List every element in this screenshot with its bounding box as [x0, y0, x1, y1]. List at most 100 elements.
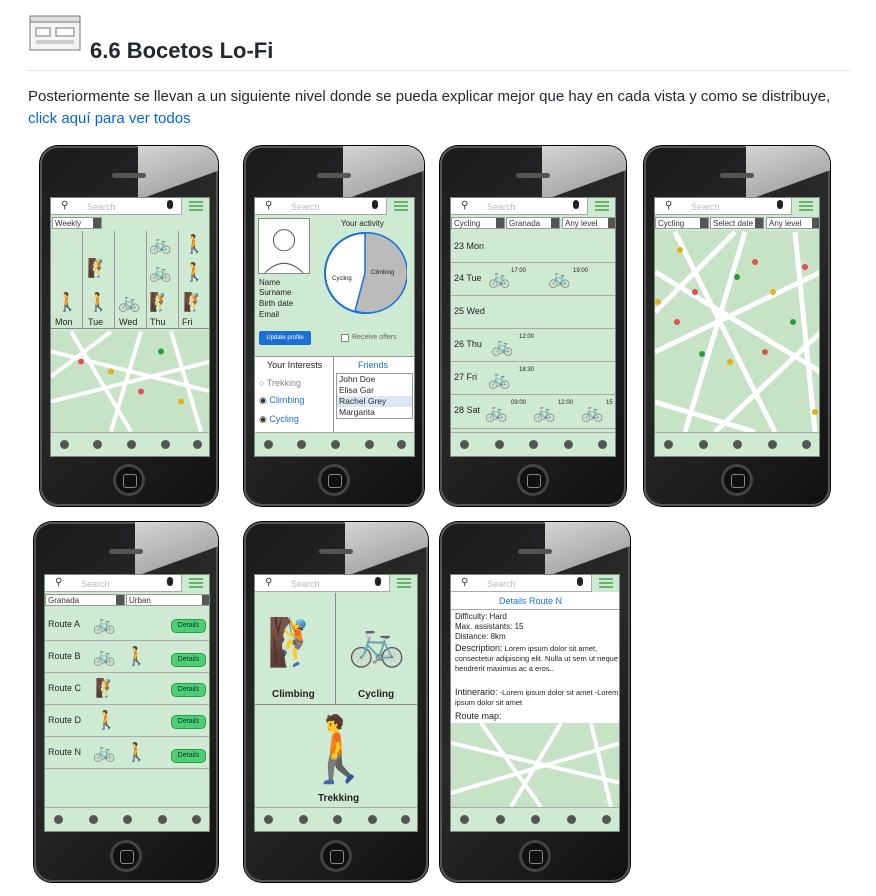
- home-button[interactable]: [519, 840, 551, 872]
- mic-icon[interactable]: [167, 577, 173, 586]
- route-row[interactable]: Route C 🧗 Details: [45, 673, 209, 705]
- city-select[interactable]: Granada: [506, 217, 560, 229]
- activity-icon[interactable]: [768, 440, 777, 449]
- activity-icon[interactable]: [567, 815, 576, 824]
- interest-climbing[interactable]: ◉ Climbing: [259, 395, 304, 406]
- location-icon[interactable]: [529, 440, 538, 449]
- profile-icon[interactable]: [602, 815, 611, 824]
- day-row[interactable]: 28 Sat 🚲 09:00 🚲 12:00 🚲 15: [451, 395, 615, 429]
- mic-icon[interactable]: [577, 577, 583, 586]
- view-all-link[interactable]: click aquí para ver todos: [28, 110, 191, 127]
- route-row[interactable]: Route N 🚲 🚶 Details: [45, 737, 209, 769]
- date-select[interactable]: Select date: [710, 217, 764, 229]
- profile-icon[interactable]: [401, 815, 410, 824]
- category-cycling[interactable]: 🚲 Cycling: [336, 593, 417, 705]
- activity-icon[interactable]: [158, 815, 167, 824]
- home-button[interactable]: [517, 464, 549, 496]
- calendar-icon[interactable]: [89, 815, 98, 824]
- friend-item[interactable]: Margarita: [337, 407, 412, 418]
- details-button[interactable]: Details: [171, 715, 206, 729]
- category-climbing[interactable]: 🧗 Climbing: [255, 593, 336, 705]
- route-map[interactable]: [51, 331, 209, 432]
- menu-icon[interactable]: [181, 198, 209, 215]
- mic-icon[interactable]: [777, 200, 783, 209]
- details-button[interactable]: Details: [171, 749, 206, 763]
- details-button[interactable]: Details: [171, 619, 206, 633]
- day-row[interactable]: 23 Mon: [451, 231, 615, 263]
- friend-item-selected[interactable]: Rachel Grey: [337, 396, 412, 407]
- search-bar[interactable]: ⚲ Search: [45, 575, 209, 592]
- mic-icon[interactable]: [573, 200, 579, 209]
- calendar-icon[interactable]: [496, 815, 505, 824]
- update-profile-button[interactable]: Update profile: [259, 331, 311, 345]
- activity-icon[interactable]: [368, 815, 377, 824]
- profile-icon[interactable]: [397, 440, 406, 449]
- search-bar[interactable]: ⚲ Search: [51, 198, 209, 215]
- mic-icon[interactable]: [167, 200, 173, 209]
- activity-icon[interactable]: [161, 440, 170, 449]
- menu-icon[interactable]: [591, 575, 619, 592]
- interest-cycling[interactable]: ◉ Cycling: [259, 414, 299, 425]
- mic-icon[interactable]: [375, 577, 381, 586]
- explore-icon[interactable]: [264, 440, 273, 449]
- events-map[interactable]: [655, 231, 819, 433]
- profile-icon[interactable]: [598, 440, 607, 449]
- search-bar[interactable]: ⚲ Search: [451, 575, 619, 592]
- menu-icon[interactable]: [389, 575, 417, 592]
- home-button[interactable]: [110, 840, 142, 872]
- calendar-icon[interactable]: [93, 440, 102, 449]
- level-select[interactable]: Any level: [562, 217, 615, 229]
- route-row[interactable]: Route B 🚲 🚶 Details: [45, 641, 209, 673]
- route-row[interactable]: Route A 🚲 Details: [45, 609, 209, 641]
- profile-icon[interactable]: [192, 815, 201, 824]
- route-map[interactable]: [451, 723, 619, 807]
- search-bar[interactable]: ⚲ Search: [255, 575, 417, 592]
- profile-icon[interactable]: [802, 440, 811, 449]
- explore-icon[interactable]: [460, 440, 469, 449]
- home-button[interactable]: [113, 464, 145, 496]
- menu-icon[interactable]: [386, 198, 414, 215]
- friend-item[interactable]: Elisa Gar: [337, 385, 412, 396]
- day-row[interactable]: 25 Wed: [451, 296, 615, 329]
- activity-select[interactable]: Cycling: [451, 217, 505, 229]
- explore-icon[interactable]: [264, 815, 273, 824]
- location-icon[interactable]: [531, 815, 540, 824]
- explore-icon[interactable]: [60, 440, 69, 449]
- period-select[interactable]: Weekly: [52, 217, 102, 229]
- location-icon[interactable]: [331, 440, 340, 449]
- explore-icon[interactable]: [460, 815, 469, 824]
- interest-trekking[interactable]: ○ Trekking: [259, 378, 301, 388]
- details-button[interactable]: Details: [171, 683, 206, 697]
- calendar-icon[interactable]: [495, 440, 504, 449]
- details-button[interactable]: Details: [171, 653, 206, 667]
- day-row[interactable]: 27 Fri 🚲 18:30: [451, 362, 615, 395]
- location-icon[interactable]: [733, 440, 742, 449]
- mic-icon[interactable]: [372, 200, 378, 209]
- home-button[interactable]: [320, 840, 352, 872]
- menu-icon[interactable]: [181, 575, 209, 592]
- menu-icon[interactable]: [791, 198, 819, 215]
- location-icon[interactable]: [123, 815, 132, 824]
- search-bar[interactable]: ⚲ Search: [451, 198, 615, 215]
- search-bar[interactable]: ⚲ Search: [655, 198, 819, 215]
- home-button[interactable]: [721, 464, 753, 496]
- category-trekking[interactable]: 🚶 Trekking: [255, 705, 417, 809]
- activity-icon[interactable]: [365, 440, 374, 449]
- location-icon[interactable]: [333, 815, 342, 824]
- search-bar[interactable]: ⚲ Search: [255, 198, 414, 215]
- friend-item[interactable]: John Doe: [337, 374, 412, 385]
- day-row[interactable]: 24 Tue 🚲 17:00 🚲 19:00: [451, 263, 615, 296]
- route-row[interactable]: Route D 🚶 Details: [45, 705, 209, 737]
- city-select[interactable]: Granada: [45, 594, 125, 606]
- menu-icon[interactable]: [587, 198, 615, 215]
- activity-icon[interactable]: [564, 440, 573, 449]
- offers-checkbox[interactable]: [341, 334, 349, 342]
- explore-icon[interactable]: [664, 440, 673, 449]
- calendar-icon[interactable]: [297, 440, 306, 449]
- day-row[interactable]: 26 Thu 🚲 12:00: [451, 329, 615, 362]
- calendar-icon[interactable]: [699, 440, 708, 449]
- level-select[interactable]: Any level: [766, 217, 819, 229]
- location-icon[interactable]: [127, 440, 136, 449]
- profile-icon[interactable]: [193, 440, 202, 449]
- calendar-icon[interactable]: [299, 815, 308, 824]
